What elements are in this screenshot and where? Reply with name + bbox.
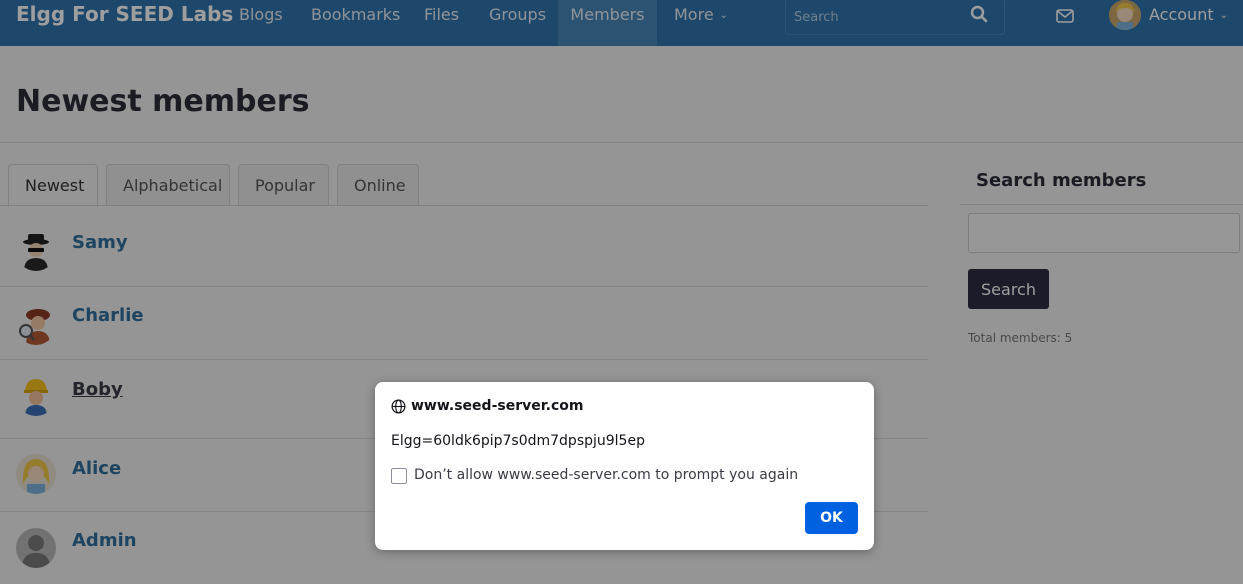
- ok-button[interactable]: OK: [805, 502, 858, 534]
- dialog-message: Elgg=60ldk6pip7s0dm7dpspju9l5ep: [391, 433, 645, 449]
- dialog-origin: www.seed-server.com: [411, 398, 584, 414]
- alert-dialog: www.seed-server.com Elgg=60ldk6pip7s0dm7…: [375, 382, 874, 550]
- suppress-prompts-label[interactable]: Don’t allow www.seed-server.com to promp…: [414, 467, 798, 483]
- globe-icon: [391, 399, 406, 418]
- suppress-prompts-checkbox[interactable]: [391, 468, 407, 484]
